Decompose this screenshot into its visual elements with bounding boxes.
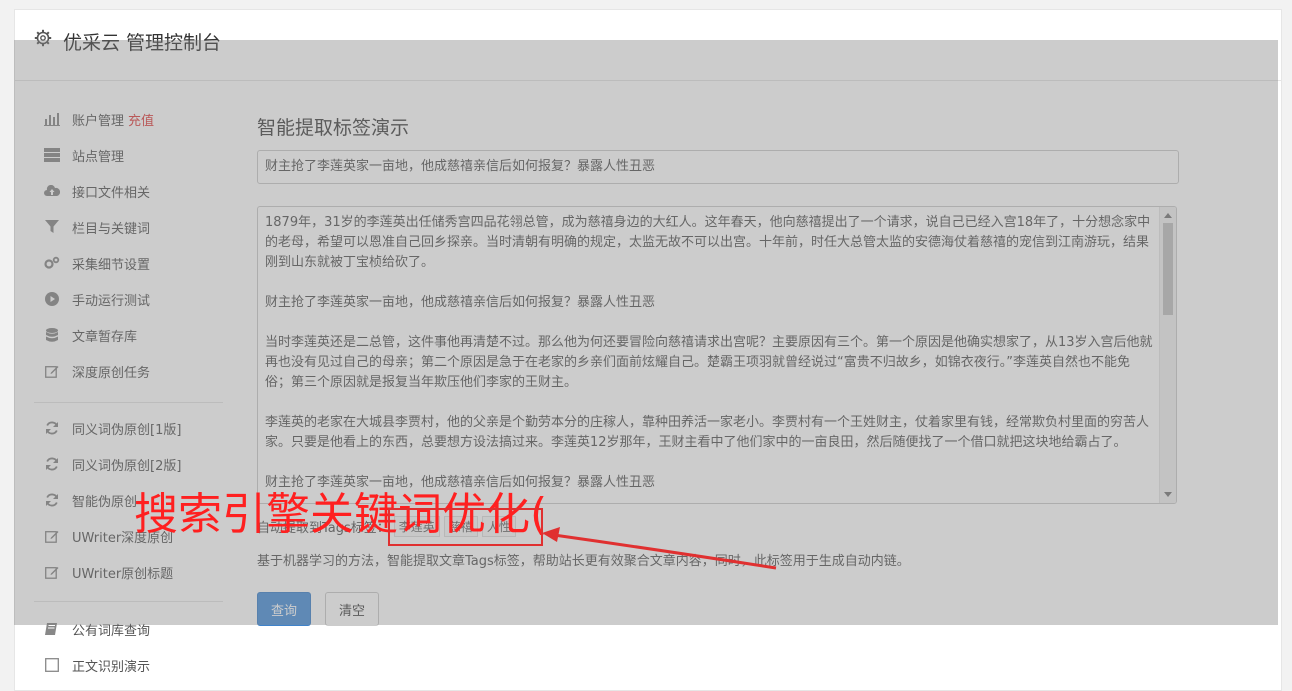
sidebar-item-label: 账户管理	[72, 113, 125, 129]
sidebar-item-smart-pseudo[interactable]: 智能伪原创	[44, 487, 137, 513]
scroll-up-icon[interactable]	[1164, 213, 1172, 218]
scrollbar[interactable]	[1159, 207, 1176, 503]
sidebar-item-label: 站点管理	[72, 149, 125, 165]
sidebar-item-manual-run[interactable]: 手动运行测试	[44, 286, 150, 312]
refresh-icon	[44, 420, 60, 436]
sidebar-divider	[34, 601, 223, 602]
title-input[interactable]: 财主抢了李莲英家一亩地，他成慈禧亲信后如何报复？暴露人性丑恶	[257, 150, 1179, 184]
sidebar-item-label: 文章暂存库	[72, 329, 138, 345]
refresh-icon	[44, 492, 60, 508]
scroll-down-icon[interactable]	[1164, 492, 1172, 497]
console-panel: 优采云 管理控制台 账户管理 充值 站点管理 接口文件相关 栏目与关键词 采集细…	[14, 9, 1282, 691]
sidebar-item-label: 采集细节设置	[72, 257, 151, 273]
content-paragraph: 当时李莲英还是二总管，这件事他再清楚不过。那么他为何还要冒险向慈禧请求出宫呢？主…	[265, 335, 1153, 390]
bar-chart-icon	[44, 111, 60, 127]
sidebar-item-collect-settings[interactable]: 采集细节设置	[44, 250, 150, 276]
sidebar-item-label: 栏目与关键词	[72, 221, 151, 237]
sidebar-item-label: 智能伪原创	[72, 494, 138, 510]
sidebar-item-label: 同义词伪原创[2版]	[72, 458, 182, 474]
sidebar-item-public-lexicon[interactable]: 公有词库查询	[44, 616, 150, 642]
sidebar-item-body-recognition[interactable]: 正文识别演示	[44, 652, 150, 678]
sidebar-divider	[34, 402, 223, 403]
content-paragraph: 1879年，31岁的李莲英出任储秀宫四品花翎总管，成为慈禧身边的大红人。这年春天…	[265, 215, 1151, 270]
app-title: 优采云 管理控制台	[63, 32, 222, 54]
book-icon	[44, 621, 60, 637]
server-icon	[44, 147, 60, 163]
sidebar-item-article-store[interactable]: 文章暂存库	[44, 322, 137, 348]
content-textarea[interactable]: 1879年，31岁的李莲英出任储秀宫四品花翎总管，成为慈禧身边的大红人。这年春天…	[257, 206, 1177, 504]
sidebar-item-synonym-v1[interactable]: 同义词伪原创[1版]	[44, 415, 181, 441]
sidebar-item-label: UWriter原创标题	[72, 566, 174, 582]
content-paragraph: 李莲英的老家在大城县李贾村，他的父亲是个勤劳本分的庄稼人，靠种田养活一家老小。李…	[265, 415, 1150, 450]
scrollbar-thumb[interactable]	[1163, 223, 1173, 315]
sidebar-item-synonym-v2[interactable]: 同义词伪原创[2版]	[44, 451, 181, 477]
sidebar-item-uwriter-title[interactable]: UWriter原创标题	[44, 559, 173, 585]
recharge-link[interactable]: 充值	[128, 110, 154, 129]
sidebar-item-label: 同义词伪原创[1版]	[72, 422, 182, 438]
sidebar-item-label: 正文识别演示	[72, 659, 151, 675]
sidebar-item-label: 手动运行测试	[72, 293, 151, 309]
content-text: 1879年，31岁的李莲英出任储秀宫四品花翎总管，成为慈禧身边的大红人。这年春天…	[265, 213, 1155, 503]
refresh-icon	[44, 456, 60, 472]
database-icon	[44, 327, 60, 343]
square-icon	[44, 657, 60, 673]
sidebar-item-sites[interactable]: 站点管理	[44, 142, 124, 168]
page-title: 智能提取标签演示	[257, 117, 410, 139]
edit-icon	[44, 528, 60, 544]
query-button[interactable]: 查询	[257, 592, 311, 626]
header: 优采云 管理控制台	[15, 10, 1281, 81]
sidebar-item-label: 深度原创任务	[72, 365, 151, 381]
clear-button[interactable]: 清空	[325, 592, 379, 626]
annotation-arrow-icon	[542, 527, 777, 570]
gears-icon	[44, 255, 60, 271]
content-paragraph: 财主抢了李莲英家一亩地，他成慈禧亲信后如何报复？暴露人性丑恶	[265, 295, 656, 310]
sidebar-item-account[interactable]: 账户管理 充值	[44, 106, 154, 132]
edit-icon	[44, 363, 60, 379]
edit-icon	[44, 564, 60, 580]
play-circle-icon	[44, 291, 60, 307]
sidebar-item-deep-original[interactable]: 深度原创任务	[44, 358, 150, 384]
cloud-upload-icon	[44, 183, 60, 199]
gear-icon	[34, 29, 52, 47]
sidebar-item-categories[interactable]: 栏目与关键词	[44, 214, 150, 240]
sidebar-item-label: 公有词库查询	[72, 623, 151, 639]
filter-icon	[44, 219, 60, 235]
sidebar-item-interface[interactable]: 接口文件相关	[44, 178, 150, 204]
annotation-highlight-box	[388, 508, 543, 546]
sidebar-item-label: 接口文件相关	[72, 185, 151, 201]
